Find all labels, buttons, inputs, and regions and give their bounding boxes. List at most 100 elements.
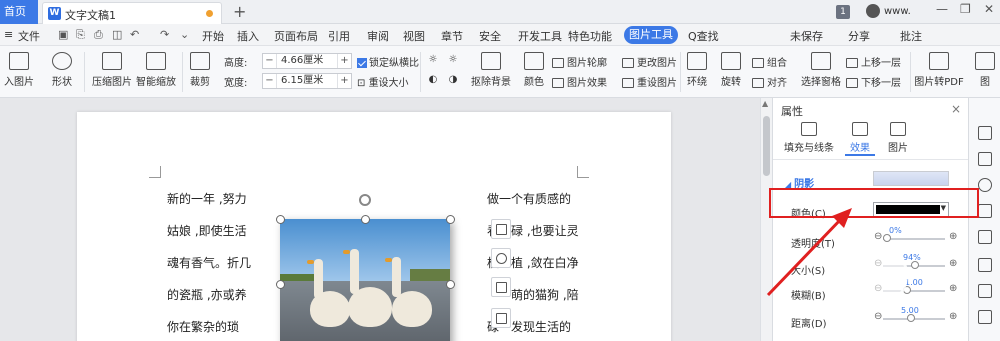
resize-handle-nw[interactable] bbox=[276, 215, 285, 224]
chart-icon[interactable] bbox=[978, 310, 992, 324]
transparency-slider[interactable] bbox=[883, 234, 945, 242]
more-icon[interactable]: ⌄ bbox=[180, 28, 189, 41]
search-button[interactable]: Q查找 bbox=[688, 28, 719, 44]
reset-image-button[interactable]: 重设图片 bbox=[622, 74, 677, 89]
document-page[interactable]: 新的一年 ,努力 姑娘 ,即使生活 魂有香气。折几 的瓷瓶 ,亦或养 你在繁杂的… bbox=[77, 112, 671, 341]
pen-icon[interactable] bbox=[978, 126, 992, 140]
tab-developer[interactable]: 开发工具 bbox=[518, 28, 562, 44]
maximize-button[interactable]: ❐ bbox=[960, 2, 971, 16]
image-effect-button[interactable]: 图片效果 bbox=[552, 74, 607, 89]
edit-square-icon[interactable] bbox=[978, 204, 992, 218]
change-image-button[interactable]: 更改图片 bbox=[622, 54, 677, 69]
tab-start[interactable]: 开始 bbox=[202, 28, 224, 44]
slider-knob[interactable] bbox=[883, 234, 891, 242]
blur-increase[interactable]: ⊕ bbox=[949, 283, 957, 294]
width-increase-button[interactable]: + bbox=[337, 74, 351, 88]
brightness-down-button[interactable]: ☼ bbox=[444, 54, 462, 65]
body-text-line[interactable]: 魂有香气。折几 bbox=[167, 254, 251, 271]
slider-knob[interactable] bbox=[907, 314, 915, 322]
slider-knob[interactable] bbox=[911, 261, 919, 269]
grid-icon[interactable] bbox=[978, 284, 992, 298]
undo-icon[interactable]: ↶ bbox=[130, 28, 139, 41]
image-edit-tool[interactable] bbox=[491, 277, 511, 297]
preview-icon[interactable]: ◫ bbox=[112, 28, 122, 41]
save-icon[interactable]: ▣ bbox=[58, 28, 68, 41]
contrast-up-button[interactable]: ◐ bbox=[424, 74, 442, 85]
crop-button[interactable]: 裁剪 bbox=[186, 52, 214, 88]
tab-fill-and-line[interactable]: 填充与线条 bbox=[779, 122, 839, 154]
redo-icon[interactable]: ↷ bbox=[160, 28, 169, 41]
transparency-increase[interactable]: ⊕ bbox=[949, 231, 957, 242]
shadow-preset-dropdown[interactable] bbox=[873, 171, 949, 186]
table-icon[interactable] bbox=[978, 258, 992, 272]
reset-size-button[interactable]: ⊡ 重设大小 bbox=[357, 74, 409, 89]
tab-view[interactable]: 视图 bbox=[403, 28, 425, 44]
selection-pane-button[interactable]: 选择窗格 bbox=[800, 52, 842, 88]
hamburger-icon[interactable]: ≡ bbox=[4, 28, 13, 41]
group-button[interactable]: 组合 bbox=[752, 54, 787, 69]
resize-handle-w[interactable] bbox=[276, 280, 285, 289]
lock-ratio-checkbox[interactable]: 锁定纵横比 bbox=[357, 54, 419, 69]
tab-image[interactable]: 图片 bbox=[883, 122, 913, 154]
distance-decrease[interactable]: ⊖ bbox=[874, 311, 882, 322]
width-input[interactable]: − 6.15厘米 + bbox=[262, 73, 352, 89]
scroll-up-icon[interactable]: ▲ bbox=[762, 99, 768, 108]
close-button[interactable]: ✕ bbox=[984, 2, 994, 16]
window-count-badge[interactable]: 1 bbox=[836, 5, 850, 19]
body-text-line[interactable]: 新的一年 ,努力 bbox=[167, 190, 247, 207]
resize-handle-ne[interactable] bbox=[446, 215, 455, 224]
body-text-line[interactable]: 萌的猫狗 ,陪 bbox=[511, 286, 579, 303]
image-crop-tool[interactable] bbox=[491, 308, 511, 328]
height-input[interactable]: − 4.66厘米 + bbox=[262, 53, 352, 69]
bucket-icon[interactable] bbox=[978, 230, 992, 244]
body-text-line[interactable]: 发现生活的 bbox=[511, 318, 571, 335]
rotate-handle[interactable] bbox=[359, 194, 371, 206]
smart-scale-button[interactable]: 智能缩放 bbox=[134, 52, 178, 88]
height-increase-button[interactable]: + bbox=[337, 54, 351, 68]
image-layout-tool[interactable] bbox=[491, 219, 511, 239]
home-tab[interactable]: 首页 bbox=[0, 0, 38, 24]
wrap-button[interactable]: 环绕 bbox=[684, 52, 710, 88]
document-canvas[interactable]: 新的一年 ,努力 姑娘 ,即使生活 魂有香气。折几 的瓷瓶 ,亦或养 你在繁杂的… bbox=[0, 98, 760, 341]
color-button[interactable]: 颜色 bbox=[520, 52, 548, 88]
size-increase[interactable]: ⊕ bbox=[949, 258, 957, 269]
tab-section[interactable]: 章节 bbox=[441, 28, 463, 44]
new-tab-button[interactable]: + bbox=[233, 2, 246, 21]
selected-image-geese[interactable] bbox=[280, 219, 450, 341]
image-outline-button[interactable]: 图片轮廓 bbox=[552, 54, 607, 69]
remove-background-button[interactable]: 抠除背景 bbox=[466, 52, 516, 88]
resize-handle-n[interactable] bbox=[361, 215, 370, 224]
unsaved-status[interactable]: 未保存 bbox=[790, 28, 823, 44]
body-text-line[interactable]: 碌 ,也要让灵 bbox=[511, 222, 579, 239]
tab-image-tools[interactable]: 图片工具 bbox=[624, 26, 678, 44]
annotate-button[interactable]: 批注 bbox=[900, 28, 922, 44]
print-icon[interactable]: ⎙ bbox=[94, 28, 103, 42]
tab-layout[interactable]: 页面布局 bbox=[274, 28, 318, 44]
body-text-line[interactable]: 做一个有质感的 bbox=[487, 190, 571, 207]
minimize-button[interactable]: — bbox=[936, 2, 948, 16]
shape-button[interactable]: 形状 bbox=[46, 52, 78, 88]
send-backward-button[interactable]: 下移一层 bbox=[846, 74, 901, 89]
user-account[interactable]: www. bbox=[866, 4, 911, 18]
compress-image-button[interactable]: 压缩图片 bbox=[90, 52, 134, 88]
contrast-down-button[interactable]: ◑ bbox=[444, 74, 462, 85]
body-text-line[interactable]: 的瓷瓶 ,亦或养 bbox=[167, 286, 247, 303]
align-button[interactable]: 对齐 bbox=[752, 74, 787, 89]
image-to-pdf-button[interactable]: 图片转PDF bbox=[914, 52, 964, 88]
export-icon[interactable]: ⎘ bbox=[76, 28, 85, 42]
image-more-button[interactable]: 图 bbox=[972, 52, 998, 88]
insert-image-button[interactable]: 入图片 bbox=[0, 52, 38, 88]
body-text-line[interactable]: 姑娘 ,即使生活 bbox=[167, 222, 247, 239]
share-button[interactable]: 分享 bbox=[848, 28, 870, 44]
document-tab[interactable]: W 文字文稿1 bbox=[42, 2, 222, 24]
body-text-line[interactable]: 你在繁杂的琐 bbox=[167, 318, 239, 335]
width-decrease-button[interactable]: − bbox=[263, 74, 277, 88]
rotate-button[interactable]: 旋转 bbox=[718, 52, 744, 88]
menu-file[interactable]: 文件 bbox=[18, 28, 40, 44]
tab-review[interactable]: 审阅 bbox=[367, 28, 389, 44]
vertical-scrollbar[interactable]: ▲ bbox=[760, 98, 772, 341]
brightness-up-button[interactable]: ☼ bbox=[424, 54, 442, 65]
tab-reference[interactable]: 引用 bbox=[328, 28, 350, 44]
distance-slider[interactable] bbox=[883, 314, 945, 322]
image-zoom-tool[interactable] bbox=[491, 248, 511, 268]
